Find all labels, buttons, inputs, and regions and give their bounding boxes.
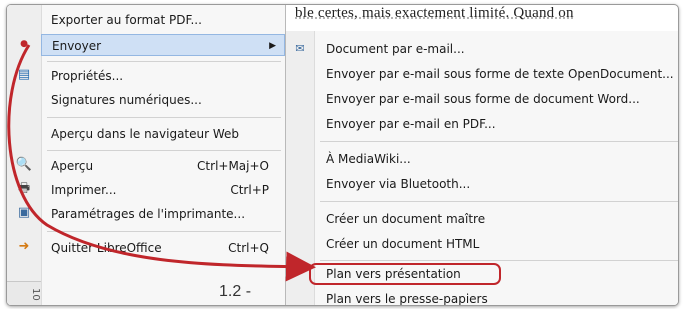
menu-separator	[320, 201, 678, 202]
menu-separator	[47, 117, 281, 118]
menu-separator	[47, 150, 281, 151]
menu-separator	[320, 141, 678, 142]
submenu-item-document-html[interactable]: Créer un document HTML	[314, 232, 678, 256]
menu-item-quitter[interactable]: Quitter LibreOffice Ctrl+Q	[41, 237, 285, 259]
red-dot-icon: ●	[20, 39, 28, 49]
menu-item-apercu-web[interactable]: Aperçu dans le navigateur Web	[41, 123, 285, 145]
exit-icon: ➜	[18, 239, 30, 254]
menu-item-envoyer[interactable]: Envoyer ▶	[41, 34, 285, 56]
submenu-item-mediawiki[interactable]: À MediaWiki...	[314, 147, 678, 171]
submenu-item-email-opendocument[interactable]: Envoyer par e-mail sous forme de texte O…	[314, 62, 678, 86]
file-menu: Exporter au format PDF... ● Envoyer ▶ ▤ …	[7, 5, 286, 305]
menu-item-parametrages-imprimante[interactable]: Paramétrages de l'imprimante...	[41, 203, 285, 225]
vertical-ruler: 10	[7, 281, 41, 305]
menu-separator	[320, 260, 678, 261]
menu-item-proprietes[interactable]: Propriétés...	[41, 65, 285, 87]
menu-item-signatures[interactable]: Signatures numériques...	[41, 89, 285, 111]
properties-icon: ▤	[17, 67, 31, 82]
page-number: 1.2 -	[219, 283, 252, 300]
submenu-item-plan-presse-papiers[interactable]: Plan vers le presse-papiers	[314, 287, 678, 305]
menu-item-imprimer[interactable]: Imprimer... Ctrl+P	[41, 179, 285, 201]
submenu-item-email-word[interactable]: Envoyer par e-mail sous forme de documen…	[314, 87, 678, 111]
annotation-highlight-box	[309, 263, 501, 285]
printer-icon: 🖶	[17, 181, 31, 196]
menu-separator	[47, 61, 281, 62]
submenu-item-bluetooth[interactable]: Envoyer via Bluetooth...	[314, 172, 678, 196]
print-preview-icon: 🔍	[15, 157, 33, 172]
printer-settings-icon: ▣	[17, 205, 31, 220]
menu-item-export-pdf[interactable]: Exporter au format PDF...	[41, 9, 285, 31]
submenu-arrow-icon: ▶	[269, 41, 276, 51]
submenu-item-email-pdf[interactable]: Envoyer par e-mail en PDF...	[314, 112, 678, 136]
submenu-item-document-email[interactable]: Document par e-mail...	[314, 37, 678, 61]
menu-separator	[47, 231, 281, 232]
screenshot-frame: ble certes, mais exactement limité. Quan…	[6, 4, 679, 306]
menu-item-apercu[interactable]: Aperçu Ctrl+Maj+O	[41, 155, 285, 177]
email-document-icon: ✉	[295, 42, 305, 55]
submenu-item-document-maitre[interactable]: Créer un document maître	[314, 207, 678, 231]
document-background-text: ble certes, mais exactement limité. Quan…	[295, 5, 574, 21]
